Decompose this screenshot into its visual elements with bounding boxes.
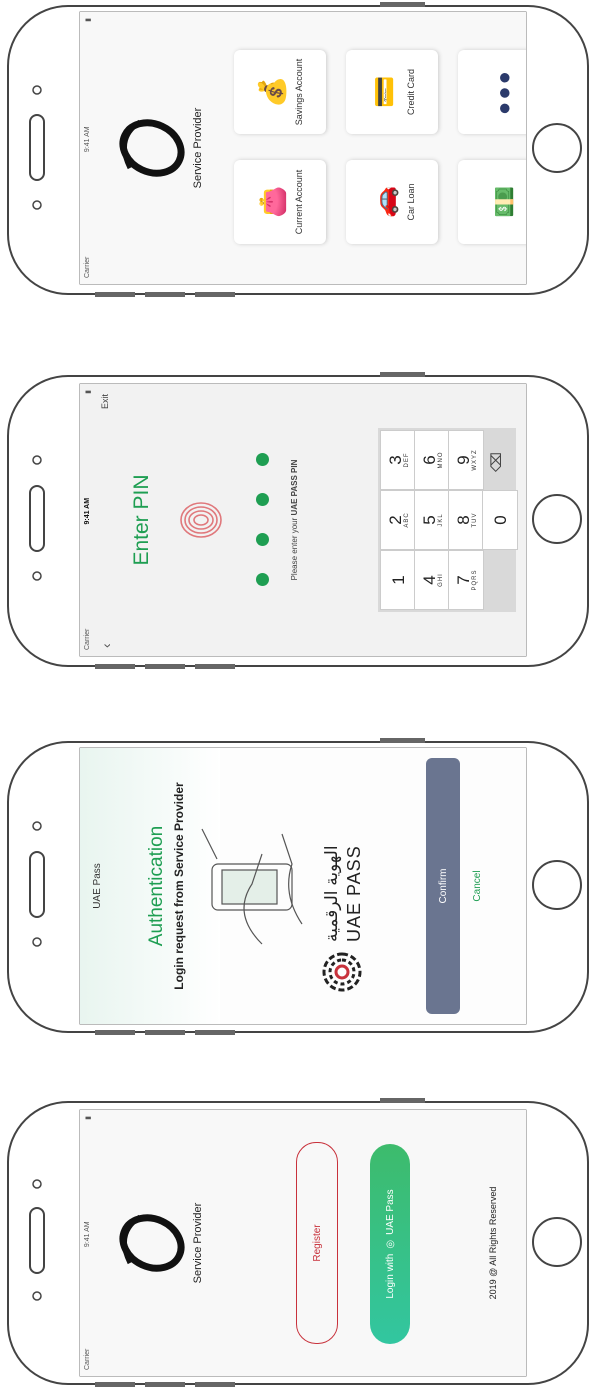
key-letters: WXYZ <box>471 449 478 471</box>
pin-screen: Carrier 9:41 AM ▮ ‹ Exit Enter PIN Pleas… <box>80 384 526 656</box>
wallet-icon: 👛 <box>256 185 287 219</box>
key-letters: TUV <box>471 512 478 528</box>
service-provider-logo <box>119 1214 185 1272</box>
status-carrier: Carrier <box>84 628 91 650</box>
key-6[interactable]: 6 MNO <box>414 430 450 490</box>
tile-label: Credit Card <box>405 69 416 116</box>
page-title: Enter PIN <box>130 474 153 566</box>
confirm-button[interactable]: Confirm <box>426 758 460 1014</box>
status-time: 9:41 AM <box>84 1221 91 1248</box>
key-0[interactable]: 0 <box>482 490 518 550</box>
phone-panel-pin: Carrier 9:41 AM ▮ ‹ Exit Enter PIN Pleas… <box>0 368 596 673</box>
key-4[interactable]: 4 GHI <box>414 550 450 610</box>
key-num: 1 <box>388 575 408 585</box>
login-uae-pass-button[interactable]: Login with ◎ UAE Pass <box>370 1144 410 1344</box>
money-bag-icon: 💰 <box>256 75 287 109</box>
uae-pass-small-icon: ◎ <box>384 1239 396 1249</box>
key-num: 8 <box>453 515 473 525</box>
login-prefix: Login with <box>384 1253 396 1299</box>
auth-title: Authentication <box>146 825 167 947</box>
key-8[interactable]: 8 TUV <box>448 490 484 550</box>
key-num: 5 <box>419 515 439 525</box>
key-num: 0 <box>490 515 510 525</box>
money-hand-icon: 💵 <box>488 185 519 219</box>
backspace-icon[interactable]: ⌫ <box>488 452 505 472</box>
pin-dot-1 <box>256 573 269 586</box>
phone-panel-auth: UAE Pass Authentication Login request fr… <box>0 734 596 1039</box>
login-screen: Carrier 9:41 AM ▮ Service Provider Regis… <box>80 1110 526 1376</box>
status-carrier: Carrier <box>84 1348 91 1370</box>
key-5[interactable]: 5 JKL <box>414 490 450 550</box>
status-carrier: Carrier <box>84 256 91 278</box>
key-num: 4 <box>419 575 439 585</box>
pin-dot-3 <box>256 493 269 506</box>
uae-pass-logo-arabic: الهوية الرقمية <box>322 845 341 942</box>
key-9[interactable]: 9 WXYZ <box>448 430 484 490</box>
key-letters: PQRS <box>471 569 478 591</box>
tile-label: Current Account <box>293 169 304 235</box>
login-suffix: UAE Pass <box>384 1189 396 1235</box>
confirm-label: Confirm <box>437 868 449 904</box>
footer-copyright: 2019 @ All Rights Reserved <box>488 1186 498 1300</box>
pin-dot-4 <box>256 453 269 466</box>
car-loan-icon: 🚗 <box>368 185 399 219</box>
register-label: Register <box>311 1224 323 1262</box>
tile-more[interactable]: ●●● <box>458 50 526 134</box>
brand-name: Service Provider <box>192 1202 204 1284</box>
uae-pass-logo-icon <box>322 952 362 992</box>
pin-dot-2 <box>256 533 269 546</box>
pin-instruction-bold: UAE PASS PIN <box>290 459 299 516</box>
key-num: 7 <box>453 575 473 585</box>
tile-money[interactable]: 💵 <box>458 160 526 244</box>
key-letters: MNO <box>437 451 444 469</box>
brand-name: Service Provider <box>192 107 204 189</box>
more-dots-icon: ●●● <box>491 69 516 115</box>
cancel-button[interactable]: Cancel <box>472 748 483 1024</box>
tile-label: Savings Account <box>293 58 304 126</box>
tile-car-loan[interactable]: 🚗 Car Loan <box>346 160 438 244</box>
tile-label: Car Loan <box>405 183 416 221</box>
status-bar: Carrier 9:41 AM ▮ <box>84 1116 94 1370</box>
key-7[interactable]: 7 PQRS <box>448 550 484 610</box>
key-num: 6 <box>419 455 439 465</box>
key-num: 9 <box>453 455 473 465</box>
phone-panel-login: Carrier 9:41 AM ▮ Service Provider Regis… <box>0 1096 596 1391</box>
tile-credit-card[interactable]: 💳 Credit Card <box>346 50 438 134</box>
key-num: 3 <box>385 455 405 465</box>
pin-instruction-text: Please enter your <box>290 515 299 581</box>
key-1[interactable]: 1 <box>380 550 416 610</box>
status-bar: Carrier 9:41 AM ▮ <box>84 390 94 650</box>
pin-instruction: Please enter your UAE PASS PIN <box>290 384 299 656</box>
key-letters: GHI <box>437 573 444 587</box>
auth-subtitle: Login request from Service Provider <box>172 782 186 990</box>
status-time: 9:41 AM <box>84 126 91 153</box>
auth-screen: UAE Pass Authentication Login request fr… <box>80 748 526 1024</box>
dashboard-screen: Carrier 9:41 AM ▮ Service Provider 👛 Cur… <box>80 12 526 284</box>
service-provider-logo <box>119 119 185 177</box>
fingerprint-icon <box>180 502 222 538</box>
key-letters: JKL <box>437 513 444 527</box>
key-letters: ABC <box>403 512 410 528</box>
credit-card-icon: 💳 <box>368 75 399 109</box>
battery-icon: ▮ <box>85 18 92 22</box>
status-bar: Carrier 9:41 AM ▮ <box>84 18 94 278</box>
uae-pass-logo-english: UAE PASS <box>344 845 364 942</box>
app-header: UAE Pass <box>92 863 103 909</box>
phone-in-hand-illustration <box>201 828 303 945</box>
tile-savings-account[interactable]: 💰 Savings Account <box>234 50 326 134</box>
phone-panel-dashboard: Carrier 9:41 AM ▮ Service Provider 👛 Cur… <box>0 0 596 305</box>
battery-icon: ▮ <box>85 1116 92 1120</box>
register-button[interactable]: Register <box>296 1142 338 1344</box>
keypad: 1 2 ABC 3 DEF 4 GHI 5 JKL 6 MNO 7 PQRS 8 TUV 9W… <box>378 428 518 612</box>
key-num: 2 <box>385 515 405 525</box>
back-chevron-icon[interactable]: ‹ <box>98 643 114 648</box>
key-3[interactable]: 3 DEF <box>380 430 416 490</box>
key-letters: DEF <box>403 452 410 468</box>
tile-current-account[interactable]: 👛 Current Account <box>234 160 326 244</box>
exit-button[interactable]: Exit <box>100 394 110 409</box>
status-time: 9:41 AM <box>84 497 91 525</box>
key-2[interactable]: 2 ABC <box>380 490 416 550</box>
battery-icon: ▮ <box>85 390 92 394</box>
